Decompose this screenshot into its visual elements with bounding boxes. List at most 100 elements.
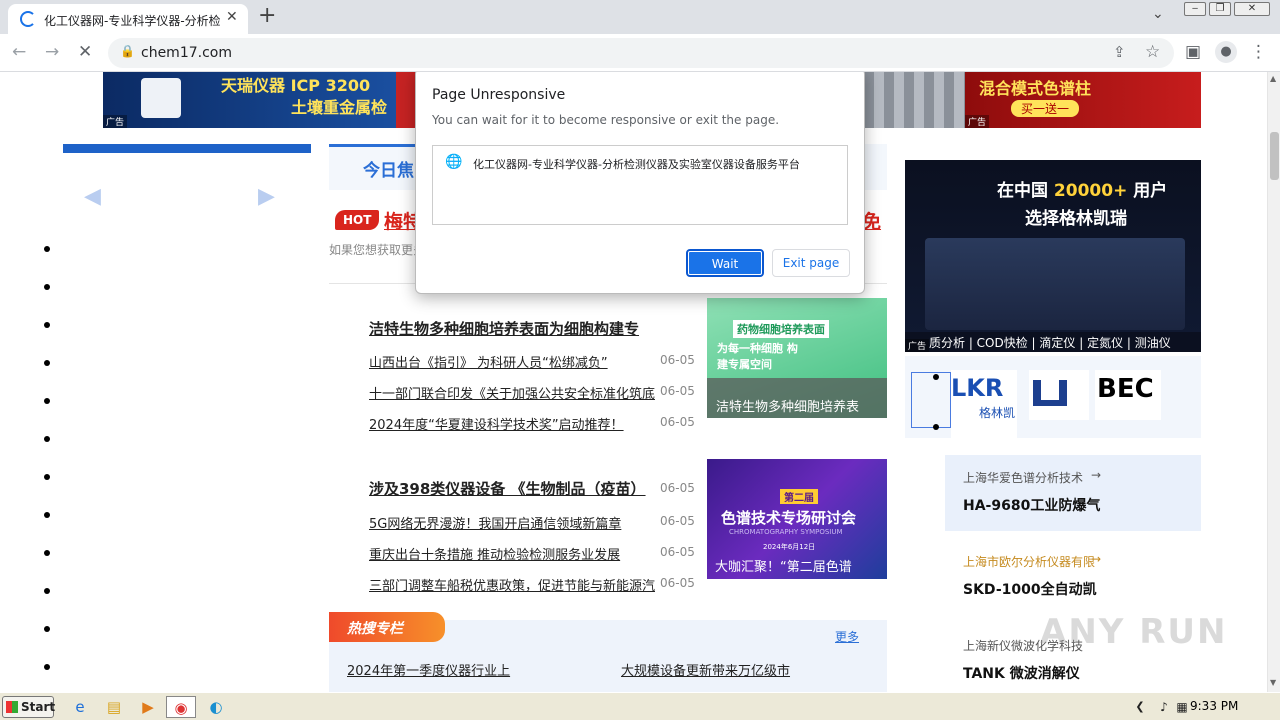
new-tab-button[interactable]: +	[258, 3, 276, 28]
browser-menu-icon[interactable]: ⋮	[1250, 42, 1267, 62]
window-close-button[interactable]: ✕	[1234, 2, 1270, 16]
hot-badge: HOT	[335, 210, 380, 230]
tab-close-icon[interactable]: ✕	[226, 9, 238, 25]
banner-ad-line1: 天瑞仪器 ICP 3200	[221, 76, 371, 95]
lock-icon: 🔒	[120, 44, 135, 58]
edge-icon[interactable]: ◐	[204, 696, 228, 718]
brand-logo-2[interactable]	[1029, 370, 1089, 420]
windows-logo-icon	[6, 701, 18, 713]
product-card-2[interactable]: 上海市欧尔分析仪器有限 → SKD-1000全自动凯	[945, 539, 1201, 615]
carousel-prev-icon[interactable]: ◀	[84, 184, 101, 209]
minimize-button[interactable]: ‒	[1184, 2, 1206, 16]
tab-search-icon[interactable]: ⌄	[1152, 6, 1164, 22]
url-text: chem17.com	[141, 45, 232, 61]
scroll-down-icon[interactable]: ▼	[1270, 678, 1276, 687]
banner-ad-middle-left[interactable]	[396, 72, 416, 128]
right-ad-greenkerry[interactable]: 在中国 20000+ 用户 选择格林凯瑞 质分析 | COD快检 | 滴定仪 |…	[905, 160, 1201, 352]
banner-ad-tianrui[interactable]: 天瑞仪器 ICP 3200 土壤重金属检 广告	[103, 72, 396, 128]
wait-button[interactable]: Wait	[686, 249, 764, 277]
product-card-1[interactable]: 上海华爱色谱分析技术 → HA-9680工业防爆气	[945, 455, 1201, 531]
news-headline-2[interactable]: 涉及398类仪器设备 《生物制品（疫苗）	[369, 478, 659, 499]
chrome-icon[interactable]: ◉	[166, 696, 196, 718]
news-link[interactable]: 山西出台《指引》 为科研人员“松绑减负”	[369, 352, 655, 371]
news-link[interactable]: 十一部门联合印发《关于加强公共安全标准化筑底	[369, 383, 655, 402]
news-date: 06-05	[660, 415, 695, 429]
stop-loading-icon[interactable]: ✕	[78, 42, 92, 62]
list-bullet	[44, 588, 50, 594]
clock[interactable]: 9:33 PM	[1190, 699, 1238, 713]
list-bullet	[44, 474, 50, 480]
forward-icon[interactable]: →	[45, 42, 59, 62]
brand-logo-bec[interactable]: BEC	[1095, 370, 1161, 420]
profile-icon[interactable]: ●	[1215, 41, 1237, 63]
bookmark-star-icon[interactable]: ☆	[1145, 42, 1160, 62]
scrollbar-thumb[interactable]	[1270, 132, 1279, 180]
maximize-button[interactable]: ❐	[1209, 2, 1231, 16]
news-date: 06-05	[660, 576, 695, 590]
instruments-image	[925, 238, 1185, 330]
side-panel-icon[interactable]: ▣	[1185, 42, 1201, 62]
card-product: HA-9680工业防爆气	[963, 498, 1101, 514]
banner-ad-promo: 买一送一	[1011, 100, 1080, 117]
news-headline-1[interactable]: 洁特生物多种细胞培养表面为细胞构建专	[369, 318, 659, 339]
news-date: 06-05	[660, 384, 695, 398]
card-product: TANK 微波消解仪	[963, 666, 1080, 682]
brand-logo-lkr[interactable]: LKR 格林凯	[951, 370, 1017, 442]
loading-spinner-icon	[20, 11, 36, 27]
image-subtitle: CHROMATOGRAPHY SYMPOSIUM	[729, 528, 843, 536]
dialog-title: Page Unresponsive	[432, 87, 566, 103]
news-image-1[interactable]: 药物细胞培养表面 为每一种细胞 构建专属空间 洁特生物多种细胞培养表	[707, 298, 887, 418]
globe-icon: 🌐	[445, 154, 463, 170]
browser-tab[interactable]: 化工仪器网-专业科学仪器-分析检测 ✕	[8, 4, 248, 34]
page-scrollbar[interactable]: ▲ ▼	[1267, 72, 1280, 692]
share-icon[interactable]: ⇪	[1113, 43, 1126, 61]
hot-link[interactable]: 大规模设备更新带来万亿级市	[621, 660, 790, 679]
banner-ad-title: 混合模式色谱柱	[979, 79, 1092, 98]
image-tag: 药物细胞培养表面	[733, 320, 829, 338]
banner-ad-chromatography[interactable]: 混合模式色谱柱 买一送一 广告	[965, 72, 1201, 128]
exit-page-button[interactable]: Exit page	[772, 249, 850, 277]
page-unresponsive-dialog: Page Unresponsive You can wait for it to…	[415, 72, 865, 294]
news-link[interactable]: 2024年度“华夏建设科学技术奖”启动推荐！	[369, 414, 655, 433]
list-bullet	[44, 512, 50, 518]
news-link[interactable]: 重庆出台十条措施 推动检验检测服务业发展	[369, 544, 655, 563]
list-bullet	[44, 284, 50, 290]
tray-chevron-icon[interactable]: ❮	[1128, 696, 1152, 718]
ad-label: 广告	[905, 339, 930, 352]
list-bullet	[44, 664, 50, 670]
logo-subtext: 格林凯	[979, 406, 1016, 420]
start-button[interactable]: Start	[2, 696, 56, 718]
media-player-icon[interactable]: ▶	[136, 696, 160, 718]
hot-link[interactable]: 2024年第一季度仪器行业上	[347, 660, 510, 679]
logo-text: LKR	[951, 374, 1004, 402]
tab-strip: 化工仪器网-专业科学仪器-分析检测 ✕ + ⌄ ‒ ❐ ✕	[0, 0, 1280, 34]
ie-icon[interactable]: e	[68, 696, 92, 718]
explorer-folder-icon[interactable]: ▤	[102, 696, 126, 718]
card-product: SKD-1000全自动凯	[963, 582, 1097, 598]
card-company: 上海市欧尔分析仪器有限	[963, 555, 1096, 569]
tab-title: 化工仪器网-专业科学仪器-分析检测	[44, 14, 220, 28]
web-page: 天瑞仪器 ICP 3200 土壤重金属检 广告 混合模式色谱柱 买一送一 广告 …	[0, 72, 1267, 692]
windows-taskbar: Start e ▤ ▶ ◉ ◐ ❮ ♪ ▦ 9:33 PM	[0, 692, 1280, 720]
tab-today-focus[interactable]: 今日焦	[363, 156, 414, 181]
carousel-next-icon[interactable]: ▶	[258, 184, 275, 209]
address-bar[interactable]: 🔒 chem17.com ⇪ ☆	[108, 38, 1174, 68]
list-bullet	[44, 246, 50, 252]
banner-ad-middle-right[interactable]	[864, 72, 965, 128]
hot-column-section: 热搜专栏 更多 2024年第一季度仪器行业上 大规模设备更新带来万亿级市	[329, 612, 887, 692]
news-link[interactable]: 5G网络无界漫游！我国开启通信领域新篇章	[369, 513, 655, 532]
start-label: Start	[21, 700, 56, 714]
list-bullet	[44, 322, 50, 328]
image-badge: 第二届	[780, 489, 818, 504]
more-link[interactable]: 更多	[835, 628, 859, 645]
list-bullet	[44, 550, 50, 556]
back-icon[interactable]: ←	[12, 42, 26, 62]
news-link[interactable]: 三部门调整车船税优惠政策，促进节能与新能源汽	[369, 575, 655, 594]
watermark: ANY RUN	[1040, 612, 1228, 652]
brand-logos-row: LKR 格林凯 BEC	[905, 356, 1201, 442]
news-date: 06-05	[660, 481, 695, 495]
news-image-2[interactable]: 第二届 色谱技术专场研讨会 CHROMATOGRAPHY SYMPOSIUM 2…	[707, 459, 887, 579]
banner-ad-line2: 土壤重金属检	[291, 98, 388, 117]
scroll-up-icon[interactable]: ▲	[1270, 74, 1276, 83]
list-bullet	[44, 398, 50, 404]
